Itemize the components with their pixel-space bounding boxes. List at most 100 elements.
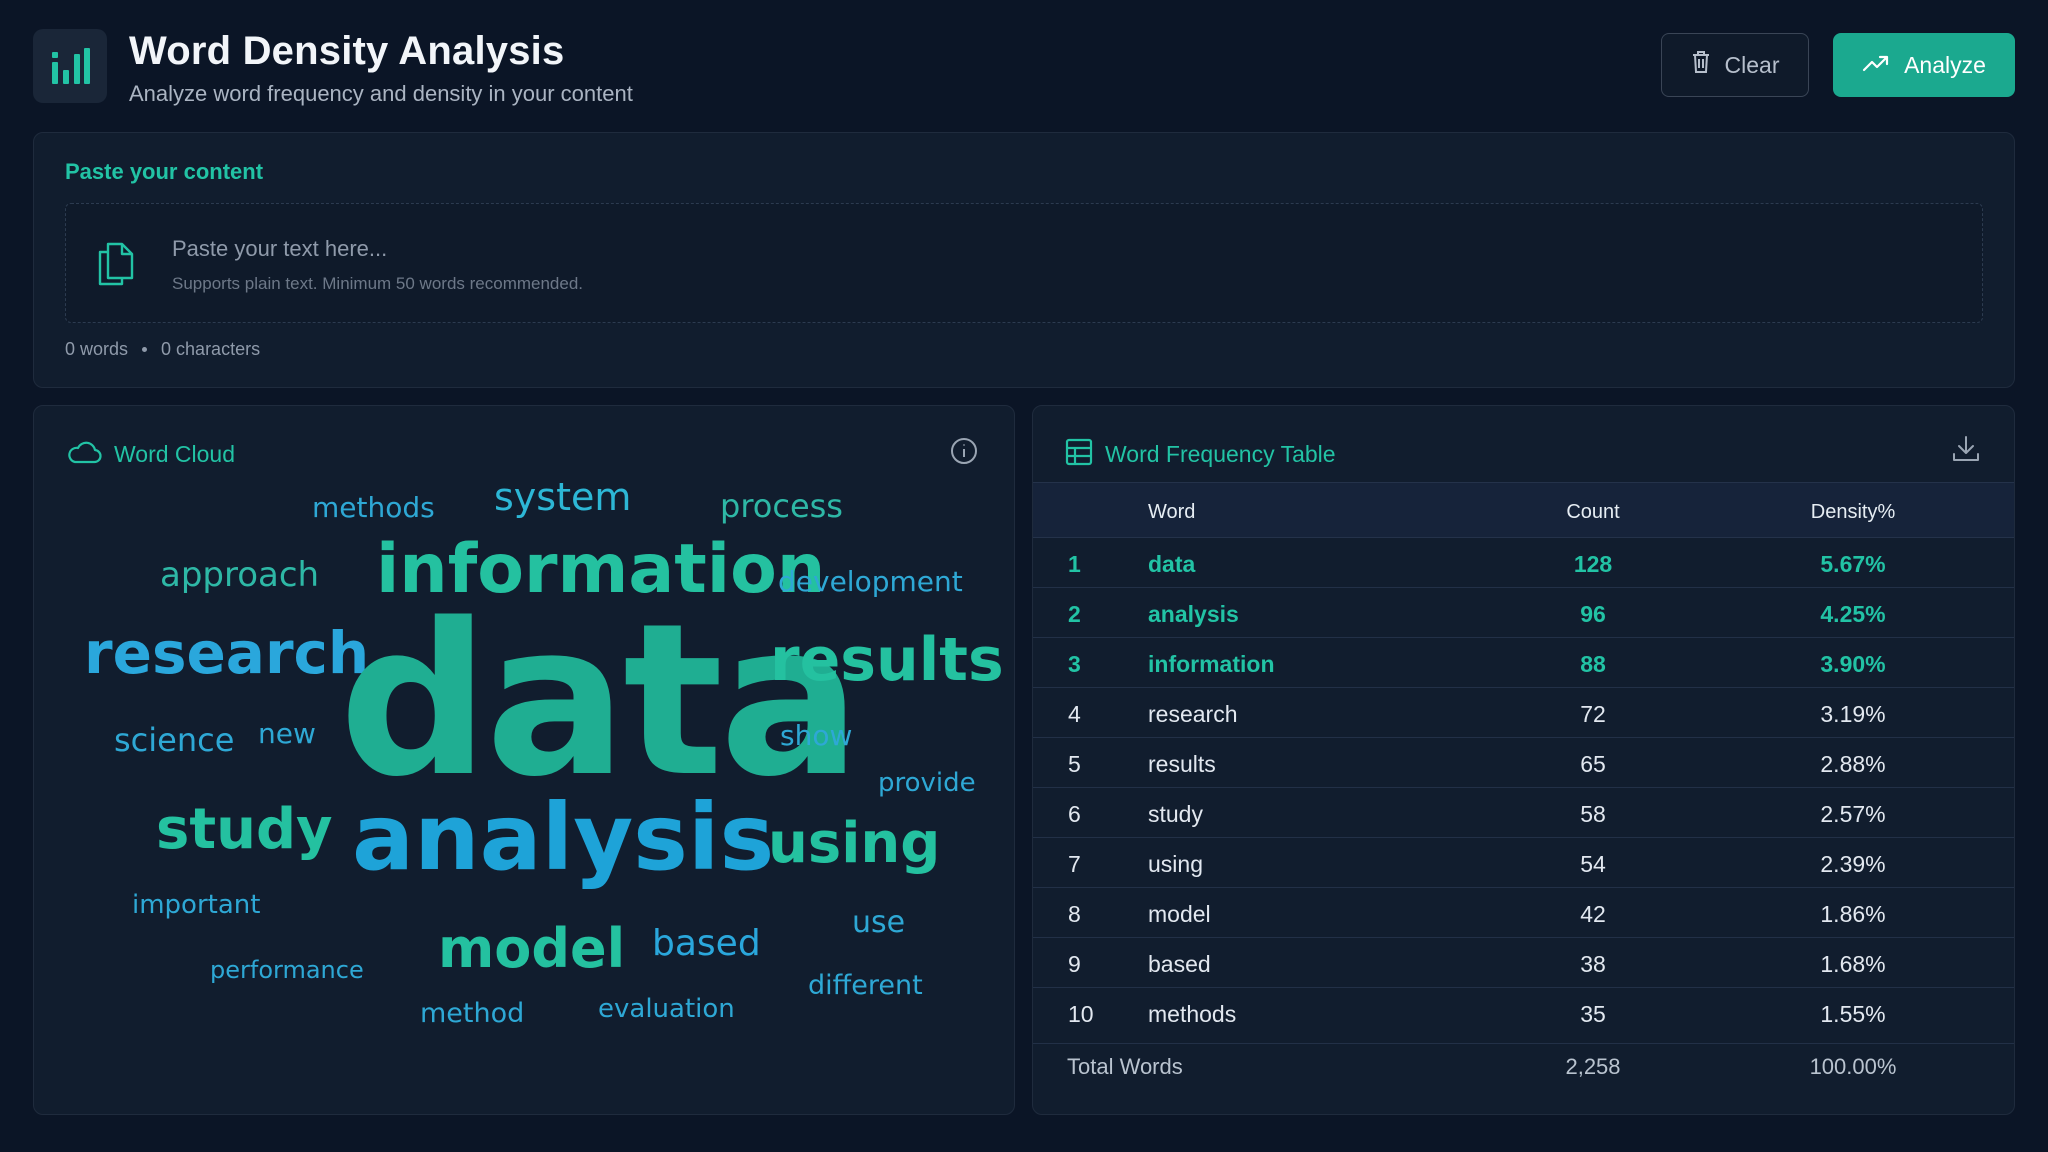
row-density: 2.39% — [1820, 851, 1886, 877]
total-words-count: 2,258 — [1565, 1054, 1621, 1079]
cloud-word: new — [258, 717, 316, 750]
cloud-word: show — [780, 719, 853, 752]
cloud-word: results — [770, 625, 1004, 695]
word-count: 0 words — [65, 339, 129, 359]
cloud-word: approach — [160, 555, 320, 595]
row-rank: 1 — [1068, 551, 1081, 577]
table-row[interactable]: 6 study 58 2.57% — [1033, 788, 2014, 838]
text-input-dropzone[interactable]: Paste your text here... Supports plain t… — [65, 203, 1983, 323]
table-row[interactable]: 4 research 72 3.19% — [1033, 688, 2014, 738]
row-density: 4.25% — [1820, 601, 1886, 627]
character-count: 0 characters — [161, 339, 261, 359]
app-header: Word Density Analysis Analyze word frequ… — [33, 29, 2015, 106]
row-word: results — [1148, 751, 1216, 777]
row-word: information — [1148, 651, 1275, 677]
table-row[interactable]: 3 information 88 3.90% — [1033, 638, 2014, 688]
trending-up-icon — [1862, 52, 1890, 79]
table-header: Word Count Density% — [1033, 482, 2014, 538]
row-count: 35 — [1580, 1001, 1606, 1027]
row-count: 128 — [1573, 551, 1613, 577]
page-subtitle: Analyze word frequency and density in yo… — [129, 81, 633, 106]
row-count: 72 — [1580, 701, 1606, 727]
row-density: 5.67% — [1820, 551, 1886, 577]
table-row[interactable]: 8 model 42 1.86% — [1033, 888, 2014, 938]
clear-label: Clear — [1724, 51, 1780, 78]
row-count: 65 — [1580, 751, 1606, 777]
total-words-density: 100.00% — [1809, 1054, 1897, 1079]
cloud-word: system — [494, 475, 632, 519]
cloud-word: science — [114, 721, 235, 759]
cloud-word: based — [652, 923, 761, 964]
trash-icon — [1691, 50, 1711, 80]
row-word: analysis — [1148, 601, 1239, 627]
word-cloud-card: Word Cloud methods system process approa… — [33, 405, 1015, 1115]
table-row[interactable]: 10 methods 35 1.55% — [1033, 988, 2014, 1044]
analyze-label: Analyze — [1904, 51, 1986, 78]
row-rank: 9 — [1068, 951, 1081, 977]
row-rank: 8 — [1068, 901, 1081, 927]
info-icon[interactable] — [949, 436, 979, 471]
paste-content-card: Paste your content Paste your text here.… — [33, 132, 2015, 388]
row-density: 3.90% — [1820, 651, 1886, 677]
cloud-word: process — [720, 487, 843, 525]
text-input-hint: Supports plain text. Minimum 50 words re… — [172, 274, 584, 293]
cloud-word: important — [132, 890, 261, 920]
row-rank: 4 — [1068, 701, 1081, 727]
table-row[interactable]: 9 based 38 1.68% — [1033, 938, 2014, 988]
table-icon — [1065, 438, 1093, 471]
cloud-word: evaluation — [598, 994, 735, 1024]
row-word: research — [1148, 701, 1238, 727]
page-title: Word Density Analysis — [129, 29, 565, 73]
row-count: 58 — [1580, 801, 1606, 827]
table-row[interactable]: 1 data 128 5.67% — [1033, 538, 2014, 588]
column-header-word[interactable]: Word — [1148, 501, 1195, 524]
row-rank: 2 — [1068, 601, 1081, 627]
row-rank: 10 — [1068, 1001, 1094, 1027]
cloud-word: using — [768, 811, 941, 876]
row-density: 2.88% — [1820, 751, 1886, 777]
cloud-word: research — [84, 619, 370, 687]
table-footer: Total Words 2,258 100.00% — [1033, 1046, 2014, 1096]
row-count: 88 — [1580, 651, 1606, 677]
table-row[interactable]: 5 results 65 2.88% — [1033, 738, 2014, 788]
table-row[interactable]: 7 using 54 2.39% — [1033, 838, 2014, 888]
row-word: study — [1148, 801, 1203, 827]
row-rank: 6 — [1068, 801, 1081, 827]
row-word: using — [1148, 851, 1203, 877]
row-density: 1.86% — [1820, 901, 1886, 927]
row-count: 96 — [1580, 601, 1606, 627]
row-density: 3.19% — [1820, 701, 1886, 727]
row-rank: 7 — [1068, 851, 1081, 877]
cloud-word: different — [808, 970, 923, 1001]
total-words-label: Total Words — [1067, 1054, 1183, 1079]
separator-dot — [142, 347, 148, 352]
table-row[interactable]: 2 analysis 96 4.25% — [1033, 588, 2014, 638]
cloud-word: analysis — [352, 784, 775, 891]
row-count: 54 — [1580, 851, 1606, 877]
row-word: model — [1148, 901, 1211, 927]
cloud-word: method — [420, 998, 525, 1029]
column-header-density[interactable]: Density% — [1788, 501, 1918, 524]
content-stats: 0 words 0 characters — [65, 339, 260, 360]
row-word: based — [1148, 951, 1211, 977]
row-density: 2.57% — [1820, 801, 1886, 827]
clear-button[interactable]: Clear — [1661, 33, 1809, 97]
row-word: data — [1148, 551, 1196, 577]
download-icon[interactable] — [1951, 434, 1981, 469]
row-rank: 3 — [1068, 651, 1081, 677]
word-cloud-title: Word Cloud — [114, 441, 236, 467]
copy-icon — [94, 240, 138, 293]
bar-chart-icon — [33, 29, 107, 103]
word-frequency-card: Word Frequency Table Word Count Density%… — [1032, 405, 2015, 1115]
row-density: 1.68% — [1820, 951, 1886, 977]
cloud-word: methods — [312, 491, 435, 524]
row-word: methods — [1148, 1001, 1237, 1027]
row-density: 1.55% — [1820, 1001, 1886, 1027]
cloud-word: use — [852, 905, 906, 940]
column-header-count[interactable]: Count — [1543, 501, 1643, 524]
row-count: 42 — [1580, 901, 1606, 927]
paste-heading: Paste your content — [65, 159, 264, 184]
cloud-word: performance — [210, 956, 364, 984]
row-count: 38 — [1580, 951, 1606, 977]
analyze-button[interactable]: Analyze — [1833, 33, 2015, 97]
